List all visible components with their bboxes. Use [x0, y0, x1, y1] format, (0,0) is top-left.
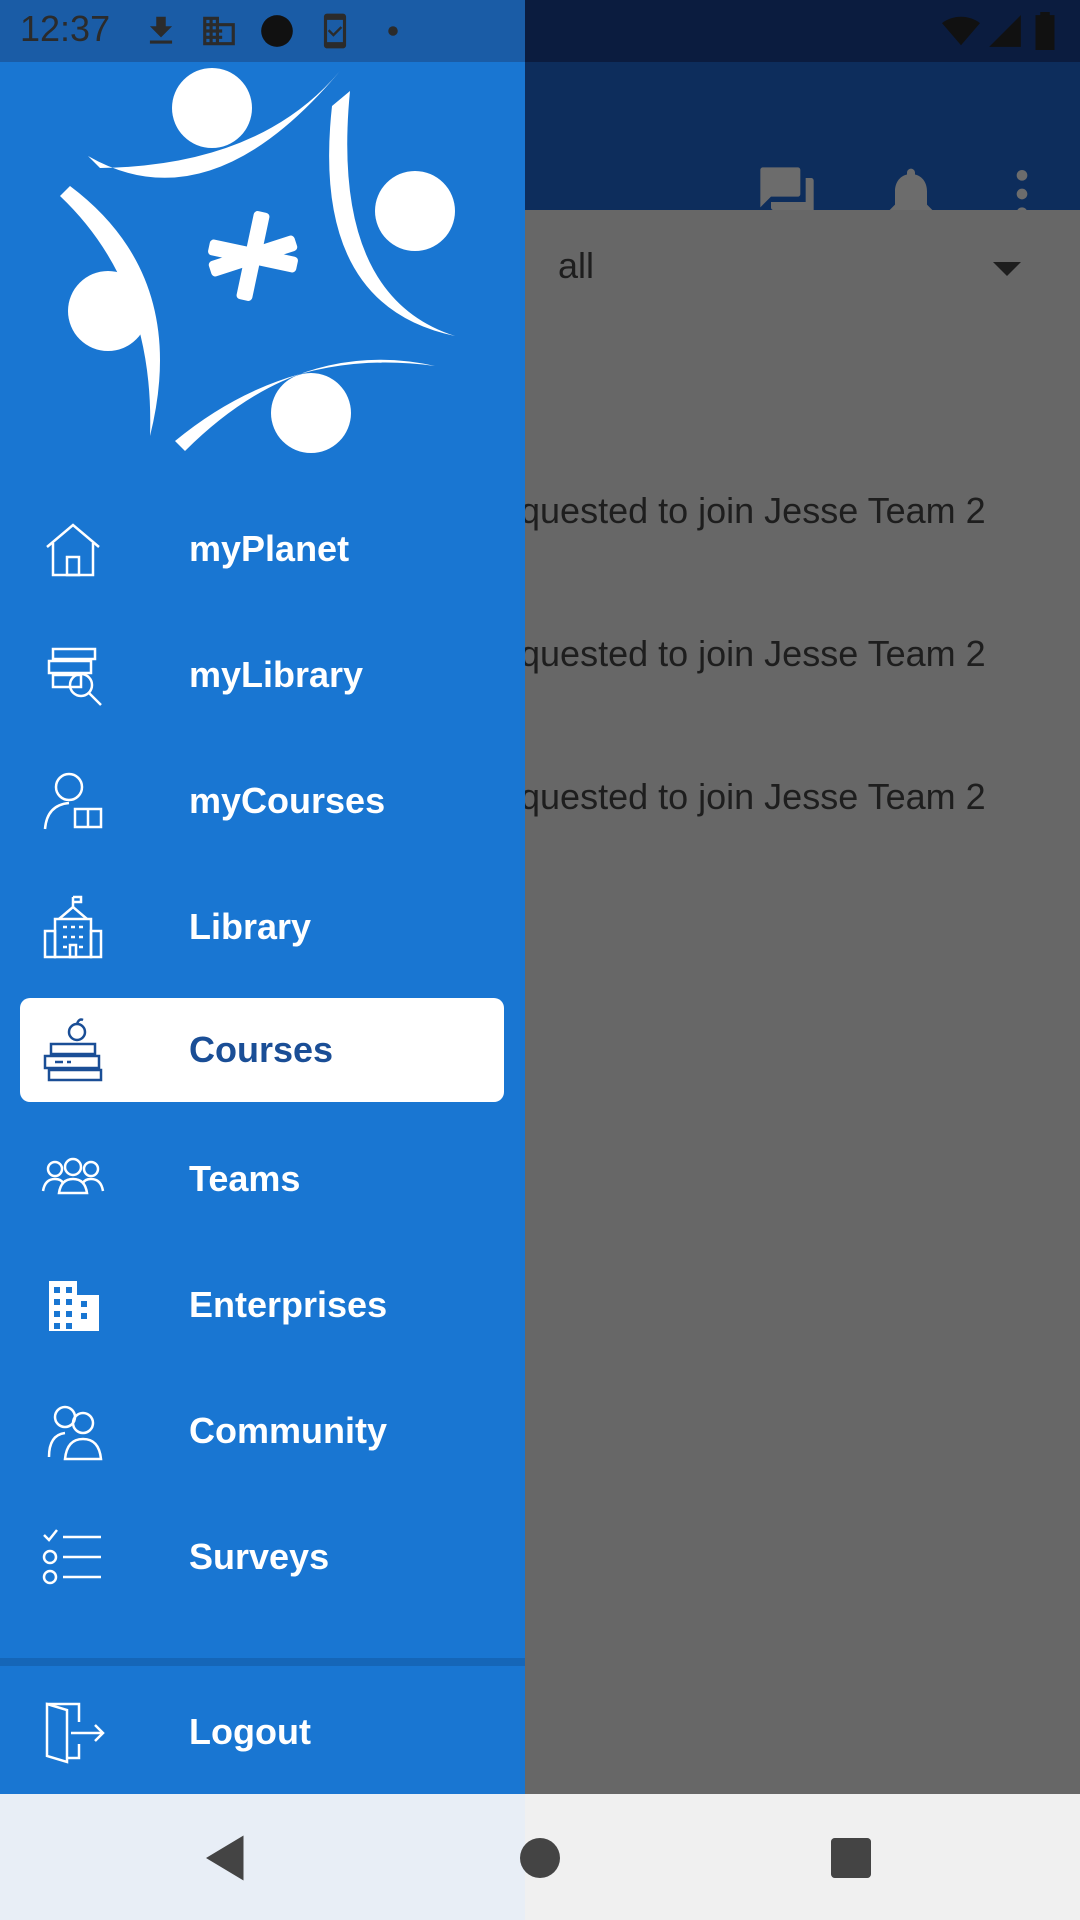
book-search-icon — [38, 640, 108, 710]
drawer-item-label: Teams — [189, 1158, 301, 1199]
home-button-icon[interactable] — [510, 1828, 570, 1888]
drawer-item-label: Community — [189, 1410, 387, 1451]
drawer-item-label: myPlanet — [189, 528, 350, 569]
drawer-divider — [0, 1658, 525, 1666]
drawer-item-label: Library — [189, 906, 312, 947]
dropdown-caret-icon[interactable] — [993, 262, 1021, 276]
drawer-item-enterprises[interactable]: Enterprises — [20, 1253, 504, 1357]
drawer-item-label: myCourses — [189, 780, 386, 821]
app-logo — [60, 68, 455, 453]
wifi-icon — [942, 16, 980, 46]
notification-row[interactable]: quested to join Jesse Team 2 — [520, 776, 986, 818]
drawer-item-label: Surveys — [189, 1536, 330, 1577]
user-book-icon — [38, 766, 108, 836]
team-icon — [38, 1144, 108, 1214]
status-time: 12:37 — [20, 8, 111, 49]
drawer-item-label: Courses — [189, 1029, 334, 1070]
home-icon — [38, 514, 108, 584]
record-icon — [261, 15, 293, 47]
phone-check-icon — [323, 13, 347, 49]
notification-row[interactable]: quested to join Jesse Team 2 — [520, 633, 986, 675]
books-apple-icon — [38, 1015, 108, 1085]
dot-icon — [388, 26, 398, 36]
system-nav-bar — [0, 1794, 1080, 1920]
system-nav-bar-left — [0, 1794, 525, 1920]
recents-icon[interactable] — [821, 1828, 881, 1888]
filter-dropdown-value[interactable]: all — [558, 245, 594, 287]
drawer-item-myplanet[interactable]: myPlanet — [20, 497, 504, 601]
notification-row[interactable]: quested to join Jesse Team 2 — [520, 490, 986, 532]
drawer-item-surveys[interactable]: Surveys — [20, 1505, 504, 1609]
battery-icon — [1035, 12, 1055, 50]
drawer-item-mylibrary[interactable]: myLibrary — [20, 623, 504, 727]
drawer-item-courses[interactable]: Courses — [20, 998, 504, 1102]
drawer-item-community[interactable]: Community — [20, 1379, 504, 1483]
navigation-drawer: myPlanet myLibrary myCourses Library Cou… — [0, 0, 525, 1794]
logout-button[interactable]: Logout — [20, 1680, 504, 1784]
checklist-icon — [38, 1522, 108, 1592]
drawer-item-library[interactable]: Library — [20, 875, 504, 979]
business-icon — [203, 16, 235, 46]
drawer-item-mycourses[interactable]: myCourses — [20, 749, 504, 853]
drawer-item-label: Enterprises — [189, 1284, 388, 1325]
building-icon — [38, 892, 108, 962]
logout-label: Logout — [189, 1711, 311, 1752]
back-icon[interactable] — [196, 1828, 256, 1888]
drawer-item-label: myLibrary — [189, 654, 364, 695]
community-icon — [38, 1396, 108, 1466]
enterprise-icon — [38, 1270, 108, 1340]
logout-icon — [38, 1697, 108, 1767]
signal-icon — [989, 15, 1021, 47]
download-icon — [149, 16, 173, 44]
drawer-item-teams[interactable]: Teams — [20, 1127, 504, 1231]
